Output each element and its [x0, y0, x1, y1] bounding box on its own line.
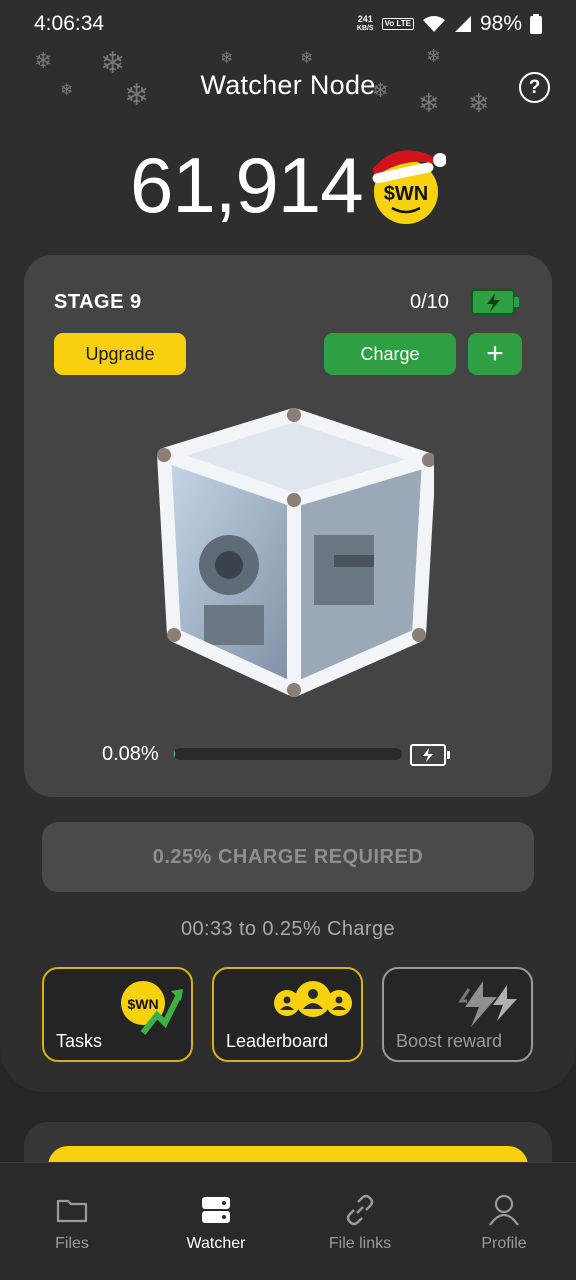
net-speed: 241 KB/S [356, 14, 374, 33]
stage-card: STAGE 9 0/10 Upgrade Charge + 0.08% [24, 255, 552, 797]
nav-profile-label: Profile [481, 1235, 527, 1252]
tasks-label: Tasks [56, 1031, 103, 1051]
user-icon [489, 1194, 519, 1226]
node-cube-image [157, 408, 434, 697]
progress-bar [174, 748, 402, 760]
volte-icon: Vo LTE [381, 18, 414, 30]
lightning-icon [458, 981, 517, 1027]
snowflake-decoration: ❄ [300, 50, 314, 67]
charge-count: 0/10 [410, 291, 449, 313]
progress-percent: 0.08% [102, 743, 159, 765]
stage-label: STAGE 9 [54, 291, 142, 313]
balance-amount: 61,914 [130, 141, 364, 229]
leaderboard-label: Leaderboard [226, 1031, 329, 1051]
charge-timer: 00:33 to 0.25% Charge [180, 918, 396, 940]
nav-files[interactable]: Files [0, 1163, 144, 1280]
help-button[interactable]: ? [519, 72, 550, 103]
leaderboard-card[interactable]: Leaderboard [212, 967, 363, 1062]
link-icon [346, 1194, 374, 1226]
signal-icon [454, 16, 471, 32]
snowflake-decoration: ❄ [426, 46, 442, 66]
svg-text:$WN: $WN [127, 996, 158, 1012]
people-icon [274, 981, 352, 1017]
wn-coin-arrow-icon: $WN [121, 981, 183, 1035]
nav-files-label: Files [55, 1235, 89, 1252]
add-charge-button[interactable]: + [468, 333, 522, 375]
charging-battery-icon [471, 289, 519, 315]
battery-charge-icon [410, 744, 450, 766]
status-icons: 241 KB/S Vo LTE 98% [357, 12, 542, 36]
snowflake-decoration: ❄ [220, 50, 234, 67]
battery-percent: 98% [479, 12, 522, 35]
status-time: 4:06:34 [34, 12, 105, 35]
folder-icon [56, 1199, 88, 1223]
tasks-card[interactable]: $WN Tasks [42, 967, 193, 1062]
wn-coin-santa-hat-icon: $WN [372, 150, 446, 224]
status-bar: 4:06:34 241 KB/S Vo LTE 98% [0, 0, 576, 48]
charge-required-button[interactable]: 0.25% CHARGE REQUIRED [42, 822, 534, 892]
battery-icon [530, 14, 542, 34]
server-icon [202, 1197, 230, 1223]
coin-label: $WN [384, 183, 428, 205]
boost-reward-card[interactable]: Boost reward [382, 967, 533, 1062]
nav-watcher[interactable]: Watcher [144, 1163, 288, 1280]
page-title: Watcher Node [200, 70, 376, 100]
nav-file-links-label: File links [328, 1235, 392, 1252]
upgrade-button[interactable]: Upgrade [54, 333, 186, 375]
bottom-nav: Files Watcher File links Profile [0, 1162, 576, 1280]
wifi-icon [422, 16, 445, 32]
nav-profile[interactable]: Profile [432, 1163, 576, 1280]
help-icon: ? [528, 76, 541, 98]
nav-file-links[interactable]: File links [288, 1163, 432, 1280]
charge-button[interactable]: Charge [324, 333, 456, 375]
nav-watcher-label: Watcher [186, 1235, 246, 1252]
boost-reward-label: Boost reward [396, 1031, 503, 1051]
